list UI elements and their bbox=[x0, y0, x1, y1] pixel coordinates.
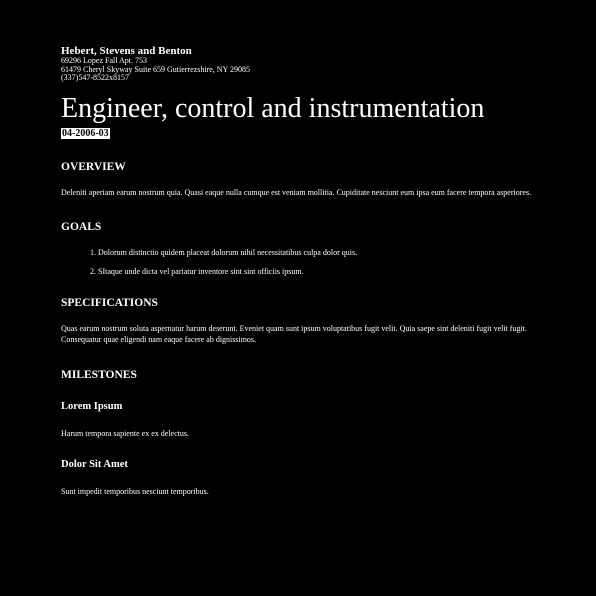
specifications-section: SPECIFICATIONS Quas earum nostrum soluta… bbox=[61, 297, 541, 345]
specifications-heading: SPECIFICATIONS bbox=[61, 296, 158, 309]
overview-text: Deleniti aperiam earum nostrum quia. Qua… bbox=[61, 187, 532, 197]
goal-item: Dolorum distinctio quidem placeat doloru… bbox=[98, 247, 541, 258]
overview-heading: OVERVIEW bbox=[61, 160, 126, 173]
milestone-title: Dolor Sit Amet bbox=[61, 458, 128, 470]
milestones-heading: MILESTONES bbox=[61, 368, 137, 381]
milestone-text: Sunt impedit temporibus nesciunt tempori… bbox=[61, 486, 209, 496]
goals-section: GOALS Dolorum distinctio quidem placeat … bbox=[61, 221, 541, 277]
goal-item: SItaque unde dicta vel pariatur inventor… bbox=[98, 266, 541, 277]
milestones-section: MILESTONES Lorem Ipsum Harum tempora sap… bbox=[61, 369, 541, 497]
date-badge: 04-2006-03 bbox=[61, 127, 110, 139]
document-title: Engineer, control and instrumentation bbox=[61, 92, 485, 124]
goals-heading: GOALS bbox=[61, 220, 102, 233]
goals-list: Dolorum distinctio quidem placeat doloru… bbox=[61, 247, 541, 277]
company-header: Hebert, Stevens and Benton 69296 Lopez F… bbox=[61, 45, 541, 83]
milestone-text: Harum tempora sapiente ex ex delectus. bbox=[61, 428, 189, 438]
overview-section: OVERVIEW Deleniti aperiam earum nostrum … bbox=[61, 161, 541, 198]
phone-line: (337)547-8522x8157 bbox=[61, 73, 129, 82]
address-line-2: 61479 Cheryl Skyway Suite 659 Gutierrezs… bbox=[61, 64, 251, 74]
specifications-text: Quas earum nostrum soluta aspernatur har… bbox=[61, 323, 527, 344]
document: Hebert, Stevens and Benton 69296 Lopez F… bbox=[61, 45, 541, 497]
milestone-title: Lorem Ipsum bbox=[61, 400, 123, 412]
